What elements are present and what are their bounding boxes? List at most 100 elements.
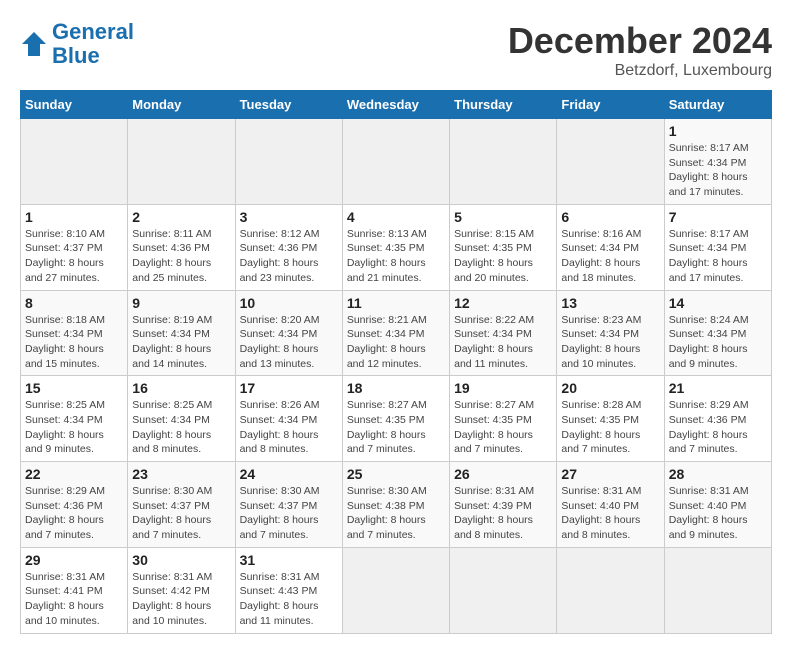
calendar-week-3: 8 Sunrise: 8:18 AMSunset: 4:34 PMDaylight… [21,290,772,376]
day-number: 24 [240,466,338,482]
day-info: Sunrise: 8:27 AMSunset: 4:35 PMDaylight:… [347,398,445,457]
calendar-cell: 13 Sunrise: 8:23 AMSunset: 4:34 PMDayligh… [557,290,664,376]
day-number: 3 [240,209,338,225]
day-header-thursday: Thursday [450,91,557,119]
day-info: Sunrise: 8:10 AMSunset: 4:37 PMDaylight:… [25,227,123,286]
day-info: Sunrise: 8:15 AMSunset: 4:35 PMDaylight:… [454,227,552,286]
day-number: 16 [132,380,230,396]
day-header-saturday: Saturday [664,91,771,119]
day-number: 10 [240,295,338,311]
day-info: Sunrise: 8:18 AMSunset: 4:34 PMDaylight:… [25,313,123,372]
calendar-cell: 3 Sunrise: 8:12 AMSunset: 4:36 PMDaylight… [235,204,342,290]
day-info: Sunrise: 8:23 AMSunset: 4:34 PMDaylight:… [561,313,659,372]
day-header-wednesday: Wednesday [342,91,449,119]
calendar-cell: 15 Sunrise: 8:25 AMSunset: 4:34 PMDayligh… [21,376,128,462]
day-info: Sunrise: 8:28 AMSunset: 4:35 PMDaylight:… [561,398,659,457]
day-number: 8 [25,295,123,311]
day-info: Sunrise: 8:26 AMSunset: 4:34 PMDaylight:… [240,398,338,457]
calendar-table: SundayMondayTuesdayWednesdayThursdayFrid… [20,90,772,634]
calendar-cell: 25 Sunrise: 8:30 AMSunset: 4:38 PMDayligh… [342,462,449,548]
day-info: Sunrise: 8:30 AMSunset: 4:38 PMDaylight:… [347,484,445,543]
day-info: Sunrise: 8:20 AMSunset: 4:34 PMDaylight:… [240,313,338,372]
day-number: 1 [25,209,123,225]
day-info: Sunrise: 8:16 AMSunset: 4:34 PMDaylight:… [561,227,659,286]
day-number: 21 [669,380,767,396]
day-number: 13 [561,295,659,311]
calendar-cell [664,547,771,633]
logo-icon [20,30,48,58]
day-info: Sunrise: 8:13 AMSunset: 4:35 PMDaylight:… [347,227,445,286]
calendar-cell: 21 Sunrise: 8:29 AMSunset: 4:36 PMDayligh… [664,376,771,462]
calendar-cell: 17 Sunrise: 8:26 AMSunset: 4:34 PMDayligh… [235,376,342,462]
day-info: Sunrise: 8:31 AMSunset: 4:42 PMDaylight:… [132,570,230,629]
calendar-cell: 2 Sunrise: 8:11 AMSunset: 4:36 PMDaylight… [128,204,235,290]
calendar-cell [235,119,342,205]
day-info: Sunrise: 8:19 AMSunset: 4:34 PMDaylight:… [132,313,230,372]
day-number: 6 [561,209,659,225]
calendar-cell: 8 Sunrise: 8:18 AMSunset: 4:34 PMDaylight… [21,290,128,376]
day-number: 11 [347,295,445,311]
day-info: Sunrise: 8:24 AMSunset: 4:34 PMDaylight:… [669,313,767,372]
day-info: Sunrise: 8:11 AMSunset: 4:36 PMDaylight:… [132,227,230,286]
calendar-cell: 9 Sunrise: 8:19 AMSunset: 4:34 PMDaylight… [128,290,235,376]
calendar-cell: 24Sunrise: 8:30 AMSunset: 4:37 PMDayligh… [235,462,342,548]
day-header-sunday: Sunday [21,91,128,119]
day-number: 22 [25,466,123,482]
day-info: Sunrise: 8:31 AMSunset: 4:43 PMDaylight:… [240,570,338,629]
calendar-cell: 1Sunrise: 8:17 AMSunset: 4:34 PMDaylight… [664,119,771,205]
calendar-cell [342,547,449,633]
day-number: 30 [132,552,230,568]
day-info: Sunrise: 8:29 AMSunset: 4:36 PMDaylight:… [25,484,123,543]
calendar-cell: 19 Sunrise: 8:27 AMSunset: 4:35 PMDayligh… [450,376,557,462]
calendar-cell: 26Sunrise: 8:31 AMSunset: 4:39 PMDayligh… [450,462,557,548]
day-info: Sunrise: 8:30 AMSunset: 4:37 PMDaylight:… [132,484,230,543]
day-number: 26 [454,466,552,482]
day-number: 29 [25,552,123,568]
day-number: 15 [25,380,123,396]
day-number: 17 [240,380,338,396]
calendar-cell [450,547,557,633]
calendar-cell: 22 Sunrise: 8:29 AMSunset: 4:36 PMDayligh… [21,462,128,548]
day-info: Sunrise: 8:25 AMSunset: 4:34 PMDaylight:… [25,398,123,457]
calendar-cell: 29Sunrise: 8:31 AMSunset: 4:41 PMDayligh… [21,547,128,633]
location: Betzdorf, Luxembourg [508,62,772,80]
calendar-cell [557,547,664,633]
day-info: Sunrise: 8:17 AMSunset: 4:34 PMDaylight:… [669,227,767,286]
calendar-cell [21,119,128,205]
day-number: 20 [561,380,659,396]
calendar-cell: 7Sunrise: 8:17 AMSunset: 4:34 PMDaylight… [664,204,771,290]
calendar-cell [450,119,557,205]
calendar-cell: 11Sunrise: 8:21 AMSunset: 4:34 PMDayligh… [342,290,449,376]
day-number: 2 [132,209,230,225]
calendar-cell: 12Sunrise: 8:22 AMSunset: 4:34 PMDayligh… [450,290,557,376]
day-number: 5 [454,209,552,225]
calendar-week-6: 29Sunrise: 8:31 AMSunset: 4:41 PMDayligh… [21,547,772,633]
day-number: 18 [347,380,445,396]
day-info: Sunrise: 8:31 AMSunset: 4:40 PMDaylight:… [561,484,659,543]
logo: General Blue [20,20,134,68]
day-number: 27 [561,466,659,482]
day-number: 9 [132,295,230,311]
day-number: 23 [132,466,230,482]
calendar-cell: 14 Sunrise: 8:24 AMSunset: 4:34 PMDayligh… [664,290,771,376]
logo-text: General Blue [52,20,134,68]
day-info: Sunrise: 8:17 AMSunset: 4:34 PMDaylight:… [669,141,767,200]
day-number: 19 [454,380,552,396]
page-header: General Blue December 2024 Betzdorf, Lux… [20,20,772,80]
day-header-monday: Monday [128,91,235,119]
day-info: Sunrise: 8:27 AMSunset: 4:35 PMDaylight:… [454,398,552,457]
day-number: 25 [347,466,445,482]
day-info: Sunrise: 8:29 AMSunset: 4:36 PMDaylight:… [669,398,767,457]
day-info: Sunrise: 8:12 AMSunset: 4:36 PMDaylight:… [240,227,338,286]
day-info: Sunrise: 8:25 AMSunset: 4:34 PMDaylight:… [132,398,230,457]
month-title: December 2024 [508,20,772,62]
calendar-week-5: 22 Sunrise: 8:29 AMSunset: 4:36 PMDayligh… [21,462,772,548]
day-number: 14 [669,295,767,311]
calendar-cell: 10 Sunrise: 8:20 AMSunset: 4:34 PMDayligh… [235,290,342,376]
calendar-cell: 20 Sunrise: 8:28 AMSunset: 4:35 PMDayligh… [557,376,664,462]
calendar-cell [128,119,235,205]
calendar-cell: 30 Sunrise: 8:31 AMSunset: 4:42 PMDayligh… [128,547,235,633]
calendar-cell: 4Sunrise: 8:13 AMSunset: 4:35 PMDaylight… [342,204,449,290]
calendar-cell: 23 Sunrise: 8:30 AMSunset: 4:37 PMDayligh… [128,462,235,548]
calendar-cell: 1 Sunrise: 8:10 AMSunset: 4:37 PMDaylight… [21,204,128,290]
